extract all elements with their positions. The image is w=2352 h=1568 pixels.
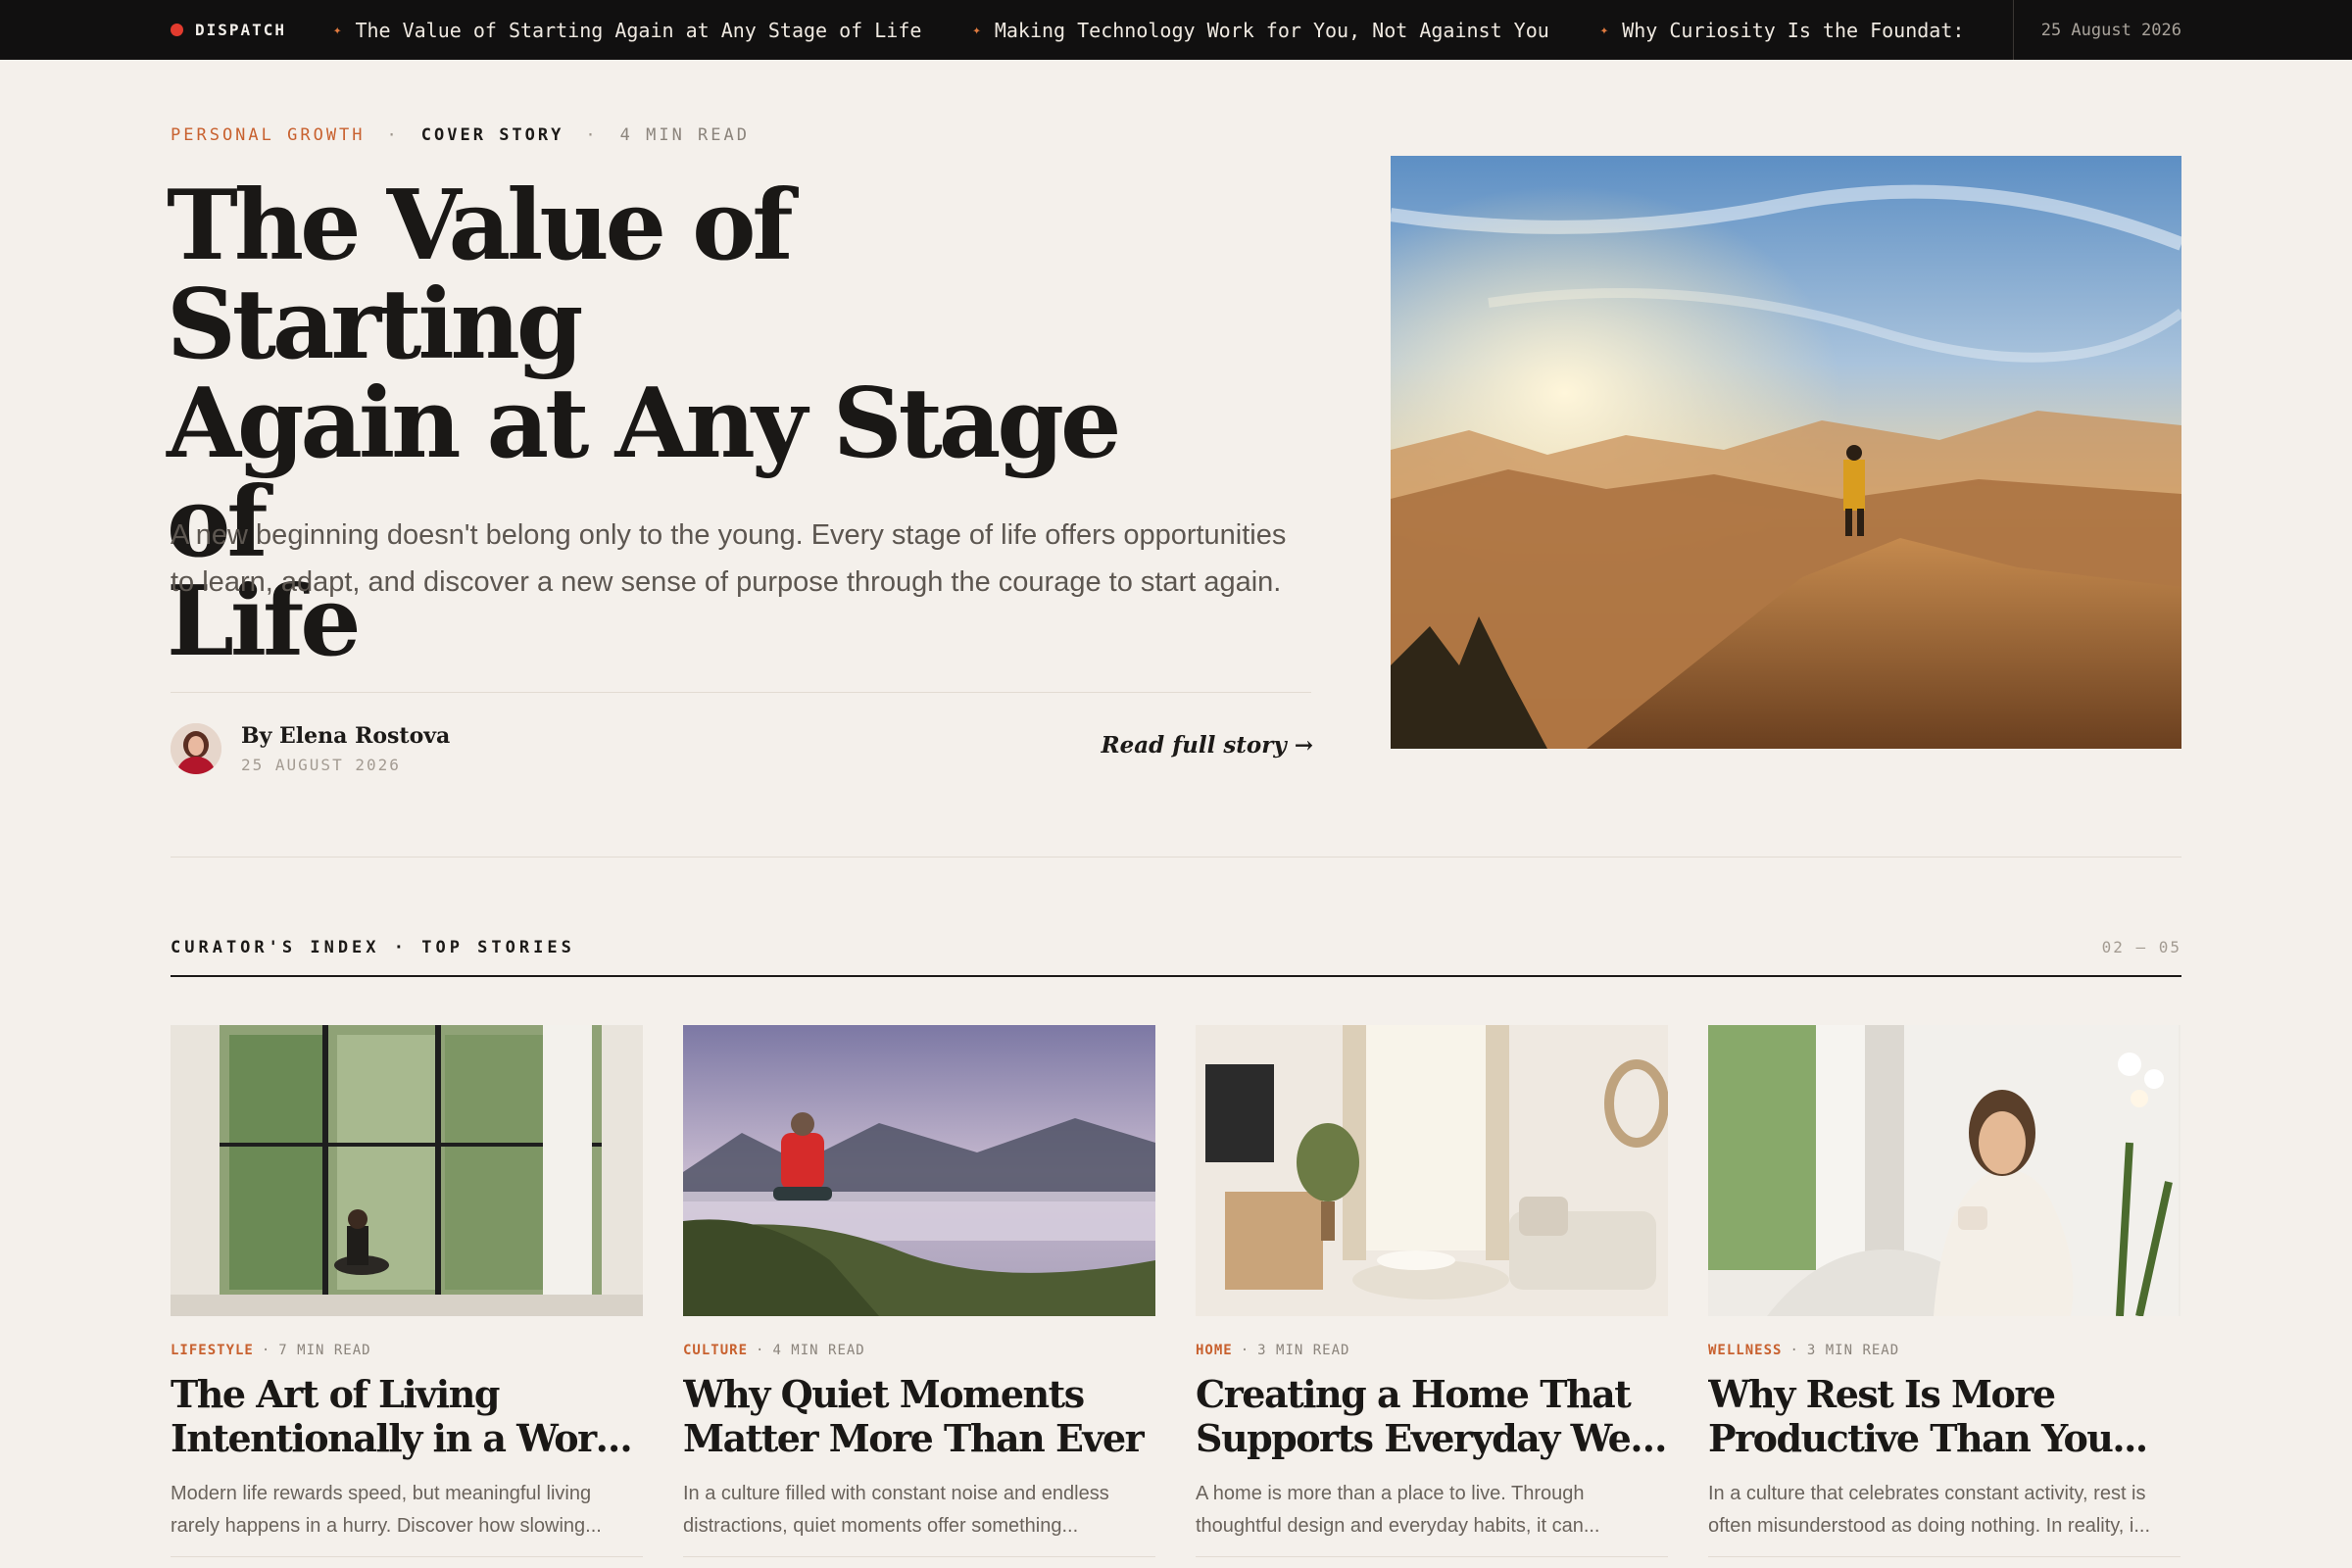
story-card[interactable]: WELLNESS · 3 MIN READ Why Rest Is More P… [1708, 1025, 2180, 1557]
card-title-line: Matter More Than Ever [683, 1416, 1145, 1460]
card-category[interactable]: CULTURE [683, 1343, 748, 1358]
section-heading: CURATOR'S INDEX · TOP STORIES [171, 938, 575, 957]
card-divider [1196, 1556, 1668, 1557]
card-title[interactable]: Why Rest Is More Productive Than You... [1708, 1372, 2180, 1460]
hero-label: COVER STORY [420, 125, 564, 145]
live-dot-icon [171, 24, 183, 36]
card-title[interactable]: Why Quiet Moments Matter More Than Ever [683, 1372, 1155, 1460]
meta-separator: · [261, 1343, 271, 1358]
ticker-item-label: Making Technology Work for You, Not Agai… [994, 18, 1549, 42]
ticker-item-label: Why Curiosity Is the Foundat: [1622, 18, 1965, 42]
card-read-time: 4 MIN READ [772, 1343, 865, 1358]
card-excerpt: In a culture that celebrates constant ac… [1708, 1478, 2180, 1543]
card-title-line: Supports Everyday Well-... [1196, 1416, 1668, 1460]
story-image[interactable] [1708, 1025, 2180, 1316]
card-excerpt: Modern life rewards speed, but meaningfu… [171, 1478, 643, 1543]
card-meta: CULTURE · 4 MIN READ [683, 1341, 1155, 1360]
card-excerpt: In a culture filled with constant noise … [683, 1478, 1155, 1543]
story-image[interactable] [1196, 1025, 1668, 1316]
ticker-item[interactable]: ✦ Why Curiosity Is the Foundat: [1600, 19, 1965, 42]
story-card[interactable]: HOME · 3 MIN READ Creating a Home That S… [1196, 1025, 1668, 1557]
card-title-line: Why Rest Is More [1708, 1372, 2056, 1416]
author-name[interactable]: By Elena Rostova [241, 723, 450, 749]
ticker-item[interactable]: ✦ Making Technology Work for You, Not Ag… [972, 19, 1548, 42]
card-title-line: The Art of Living [171, 1372, 500, 1416]
ticker-item[interactable]: ✦ The Value of Starting Again at Any Sta… [333, 19, 921, 42]
card-excerpt-line: distractions, quiet moments offer someth… [683, 1515, 1079, 1537]
card-divider [1708, 1556, 2180, 1557]
card-excerpt: A home is more than a place to live. Thr… [1196, 1478, 1668, 1543]
story-image[interactable] [171, 1025, 643, 1316]
hero-meta: PERSONAL GROWTH · COVER STORY · 4 MIN RE… [171, 125, 750, 145]
card-category[interactable]: HOME [1196, 1343, 1233, 1358]
card-title-line: Intentionally in a World... [171, 1416, 643, 1460]
author-avatar[interactable] [171, 723, 221, 774]
card-meta: WELLNESS · 3 MIN READ [1708, 1341, 2180, 1360]
card-excerpt-line: In a culture filled with constant noise … [683, 1483, 1109, 1504]
section-divider [171, 857, 2181, 858]
hero-read-time: 4 MIN READ [619, 125, 750, 145]
hero-category[interactable]: PERSONAL GROWTH [171, 125, 366, 145]
ticker-track: ✦ The Value of Starting Again at Any Sta… [333, 0, 1999, 60]
section-rule [171, 975, 2181, 977]
card-title[interactable]: The Art of Living Intentionally in a Wor… [171, 1372, 643, 1460]
star-icon: ✦ [1599, 22, 1609, 38]
card-excerpt-line: rarely happens in a hurry. Discover how … [171, 1515, 602, 1537]
ticker-item-label: The Value of Starting Again at Any Stage… [355, 18, 922, 42]
publish-date: 25 AUGUST 2026 [241, 756, 401, 774]
ticker-date: 25 August 2026 [2012, 0, 2181, 60]
meta-separator: · [1240, 1343, 1250, 1358]
card-title-line: Productive Than You... [1708, 1416, 2148, 1460]
card-excerpt-line: Modern life rewards speed, but meaningfu… [171, 1483, 592, 1504]
card-excerpt-line: In a culture that celebrates constant ac… [1708, 1483, 2146, 1504]
card-divider [171, 1556, 643, 1557]
ticker-brand[interactable]: DISPATCH [171, 0, 286, 60]
hero-image[interactable] [1391, 156, 2181, 749]
card-excerpt-line: A home is more than a place to live. Thr… [1196, 1483, 1585, 1504]
read-full-story-link[interactable]: Read full story → [1088, 732, 1313, 759]
meta-separator: · [386, 125, 400, 145]
pagination-indicator: 02 — 05 [2101, 938, 2181, 956]
card-divider [683, 1556, 1155, 1557]
card-title[interactable]: Creating a Home That Supports Everyday W… [1196, 1372, 1668, 1460]
card-read-time: 3 MIN READ [1806, 1343, 1900, 1358]
card-category[interactable]: WELLNESS [1708, 1343, 1782, 1358]
card-read-time: 7 MIN READ [278, 1343, 371, 1358]
card-excerpt-line: often misunderstood as doing nothing. In… [1708, 1515, 2151, 1537]
divider [171, 692, 1311, 693]
card-title-line: Why Quiet Moments [683, 1372, 1085, 1416]
story-image[interactable] [683, 1025, 1155, 1316]
card-meta: LIFESTYLE · 7 MIN READ [171, 1341, 643, 1360]
meta-separator: · [756, 1343, 765, 1358]
card-meta: HOME · 3 MIN READ [1196, 1341, 1668, 1360]
card-title-line: Creating a Home That [1196, 1372, 1632, 1416]
card-read-time: 3 MIN READ [1257, 1343, 1350, 1358]
news-ticker: DISPATCH ✦ The Value of Starting Again a… [0, 0, 2352, 60]
hero-title-line: The Value of Starting [167, 170, 794, 381]
card-category[interactable]: LIFESTYLE [171, 1343, 254, 1358]
card-excerpt-line: thoughtful design and everyday habits, i… [1196, 1515, 1600, 1537]
star-icon: ✦ [333, 22, 342, 38]
story-card[interactable]: LIFESTYLE · 7 MIN READ The Art of Living… [171, 1025, 643, 1557]
story-card[interactable]: CULTURE · 4 MIN READ Why Quiet Moments M… [683, 1025, 1155, 1557]
meta-separator: · [585, 125, 599, 145]
ticker-brand-label: DISPATCH [195, 21, 287, 39]
hero-description: A new beginning doesn't belong only to t… [171, 519, 1287, 598]
star-icon: ✦ [972, 22, 981, 38]
meta-separator: · [1789, 1343, 1799, 1358]
